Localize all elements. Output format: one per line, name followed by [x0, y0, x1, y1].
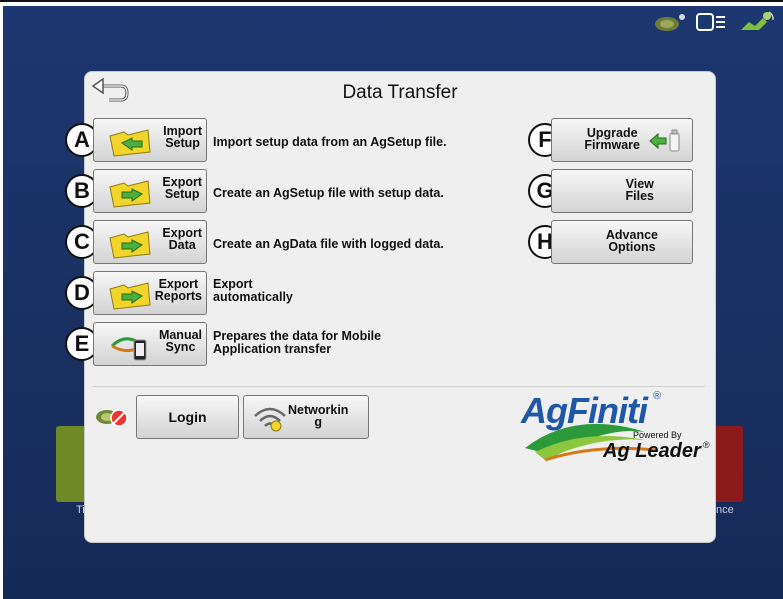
export-reports-desc-2: automatically [213, 290, 293, 304]
view-files-button[interactable]: View Files [551, 169, 693, 213]
export-setup-label-2: Setup [164, 187, 200, 201]
import-setup-button[interactable]: Import Setup [93, 118, 207, 162]
agfiniti-registered: ® [653, 390, 662, 402]
export-setup-description: Create an AgSetup file with setup data. [213, 186, 444, 200]
powered-by-text: Powered By [633, 430, 682, 440]
folder-arrow-icon [109, 180, 151, 208]
wifi-key-icon [254, 407, 286, 432]
view-files-label-2: Files [625, 189, 655, 203]
gps-antenna-icon[interactable] [653, 11, 687, 33]
manual-sync-button[interactable]: Manual Sync [93, 322, 207, 366]
display-icon[interactable] [695, 11, 729, 33]
data-transfer-dialog: Data Transfer A Import Setup Import setup… [65, 71, 716, 543]
networking-button[interactable]: Networkin g [243, 395, 369, 439]
import-setup-label-2: Setup [165, 136, 200, 150]
export-reports-label-2: Reports [154, 289, 202, 303]
manual-sync-desc-1: Prepares the data for Mobile [213, 329, 382, 343]
upgrade-firmware-label-2: Firmware [584, 138, 640, 152]
agfiniti-wordmark: AgFiniti [521, 390, 648, 431]
ag-leader-wordmark: Ag Leader [603, 440, 701, 462]
export-reports-button[interactable]: Export Reports [93, 271, 207, 315]
import-setup-description: Import setup data from an AgSetup file. [213, 135, 447, 149]
page-title: Data Transfer [342, 82, 458, 103]
login-button[interactable]: Login [136, 395, 239, 439]
manual-sync-label-2: Sync [165, 340, 196, 354]
ag-leader-registered: ® [703, 440, 710, 450]
advance-options-label-2: Options [608, 240, 656, 254]
agfiniti-no-connection-icon [96, 409, 128, 427]
export-setup-button[interactable]: Export Setup [93, 169, 207, 213]
sync-phone-icon [110, 337, 147, 361]
export-data-label-2: Data [168, 238, 196, 252]
networking-label-2: g [314, 415, 323, 429]
advance-options-button[interactable]: Advance Options [551, 220, 693, 264]
export-reports-desc-1: Export [213, 277, 253, 291]
manual-sync-description: Prepares the data for Mobile Application … [213, 330, 381, 356]
manual-sync-desc-2: Application transfer [213, 342, 332, 356]
top-border [0, 0, 783, 2]
satellite-icon[interactable] [737, 10, 775, 34]
divider [93, 386, 705, 387]
export-reports-description: Export automatically [213, 278, 293, 304]
export-data-description: Create an AgData file with logged data. [213, 237, 444, 251]
folder-arrow-icon [109, 231, 151, 259]
background-tile-label-right: nce [716, 504, 734, 516]
agfiniti-logo: AgFiniti ® Powered By Ag Leader ® [515, 388, 715, 468]
folder-arrow-icon [109, 282, 151, 310]
login-label: Login [168, 409, 207, 425]
firmware-usb-icon [649, 129, 680, 152]
upgrade-firmware-button[interactable]: Upgrade Firmware [551, 118, 693, 162]
folder-arrow-icon [109, 129, 151, 157]
export-data-button[interactable]: Export Data [93, 220, 207, 264]
status-bar [653, 10, 775, 34]
